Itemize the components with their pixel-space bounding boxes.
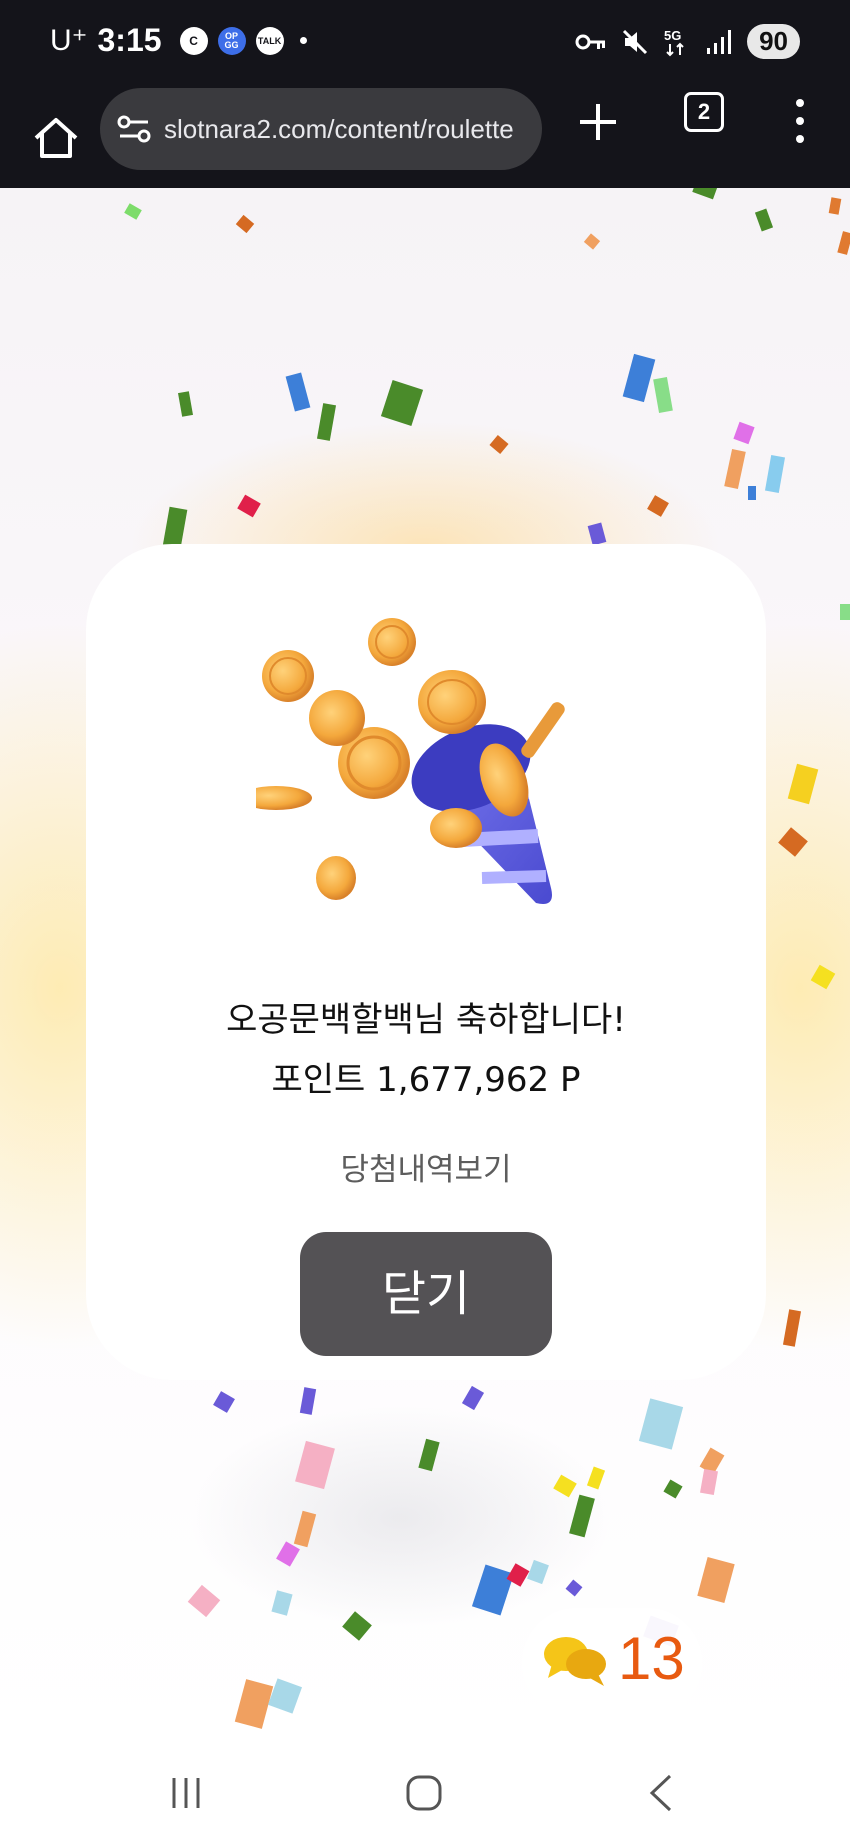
congrats-message: 오공문백할백님 축하합니다!: [226, 1000, 626, 1040]
confetti-piece: [647, 495, 669, 517]
confetti-piece: [489, 435, 509, 454]
opgg-icon: OP GG: [217, 26, 246, 55]
status-right: 5G 90: [575, 24, 800, 59]
confetti-piece: [276, 1541, 300, 1567]
confetti-piece: [733, 421, 755, 445]
system-nav-bar: [0, 1742, 850, 1842]
confetti-piece: [553, 1474, 577, 1498]
confetti-piece: [316, 403, 337, 441]
confetti-piece: [787, 763, 819, 805]
new-tab-icon[interactable]: [576, 100, 620, 144]
close-button[interactable]: 닫기: [300, 1232, 552, 1356]
home-icon[interactable]: [28, 110, 84, 166]
confetti-piece: [162, 506, 188, 550]
back-icon[interactable]: [632, 1768, 692, 1818]
confetti-piece: [299, 1387, 317, 1415]
confetti-piece: [782, 1309, 802, 1347]
confetti-piece: [213, 1391, 235, 1413]
confetti-piece: [267, 1678, 303, 1714]
confetti-piece: [527, 1559, 549, 1585]
clock: 3:15: [97, 22, 162, 58]
confetti-piece: [586, 1466, 606, 1490]
confetti-piece: [271, 1590, 293, 1616]
battery-indicator: 90: [747, 24, 800, 59]
confetti-piece: [461, 1385, 485, 1411]
chat-widget[interactable]: 13: [522, 1608, 702, 1718]
vpn-key-icon: [575, 34, 606, 49]
confetti-piece: [471, 1564, 515, 1616]
confetti-piece: [837, 231, 850, 255]
confetti-piece: [764, 455, 786, 493]
confetti-piece: [587, 522, 607, 546]
confetti-piece: [177, 391, 194, 417]
confetti-piece: [285, 372, 311, 412]
confetti-piece: [565, 1579, 583, 1597]
app-c-icon: C: [179, 26, 208, 55]
confetti-piece: [638, 1398, 684, 1450]
confetti-piece: [583, 233, 601, 250]
confetti-piece: [754, 208, 774, 232]
browser-toolbar: slotnara2.com/content/roulette 2: [0, 88, 850, 188]
confetti-piece: [697, 1557, 735, 1603]
recent-apps-icon[interactable]: [156, 1768, 216, 1818]
confetti-piece: [700, 1468, 718, 1496]
confetti-piece: [380, 379, 424, 427]
confetti-piece: [663, 1479, 683, 1499]
confetti-piece: [778, 827, 808, 857]
confetti-piece: [724, 448, 746, 490]
confetti-piece: [235, 214, 255, 234]
confetti-piece: [237, 494, 261, 518]
confetti-piece: [828, 197, 842, 215]
win-history-link[interactable]: 당첨내역보기: [86, 1144, 766, 1189]
chat-bubbles-icon: [544, 1637, 606, 1686]
address-bar[interactable]: slotnara2.com/content/roulette: [100, 88, 542, 170]
confetti-piece: [840, 604, 850, 620]
url-text[interactable]: slotnara2.com/content/roulette: [164, 114, 534, 145]
network-5g-icon: 5G: [664, 28, 684, 56]
site-settings-icon[interactable]: [116, 111, 152, 147]
confetti-piece: [748, 486, 756, 500]
network-label: 5G: [664, 28, 681, 43]
confetti-piece: [293, 1510, 317, 1548]
confetti-piece: [653, 377, 673, 413]
confetti-piece: [124, 203, 142, 220]
carrier-label: U⁺: [50, 24, 88, 57]
confetti-piece: [810, 964, 836, 990]
confetti-piece: [418, 1438, 440, 1472]
kakaotalk-icon: TALK: [255, 26, 284, 55]
result-popup: 오공문백할백님 축하합니다! 포인트 1,677,962 P 당첨내역보기 닫기: [86, 544, 766, 1380]
mute-icon: [623, 29, 648, 54]
party-popper-coins-icon: [256, 618, 565, 904]
tab-switcher-button[interactable]: 2: [684, 92, 724, 132]
confetti-piece: [187, 1584, 221, 1618]
more-menu-icon[interactable]: [790, 96, 810, 146]
signal-icon: [707, 29, 732, 54]
home-nav-icon[interactable]: [394, 1768, 454, 1818]
confetti-piece: [622, 353, 656, 403]
chat-count: 13: [618, 1625, 685, 1692]
status-bar: U⁺ 3:15 C OP GG TALK 5G 90: [0, 0, 850, 88]
points-amount: 포인트 1,677,962 P: [271, 1060, 581, 1100]
confetti-piece: [342, 1611, 372, 1641]
notification-dot-icon: [299, 37, 307, 44]
status-left: U⁺ 3:15 C OP GG TALK: [50, 22, 307, 59]
confetti-piece: [692, 188, 718, 200]
confetti-piece: [569, 1494, 595, 1538]
roulette-result-page: 오공문백할백님 축하합니다! 포인트 1,677,962 P 당첨내역보기 닫기…: [0, 188, 850, 1742]
confetti-piece: [295, 1440, 335, 1490]
